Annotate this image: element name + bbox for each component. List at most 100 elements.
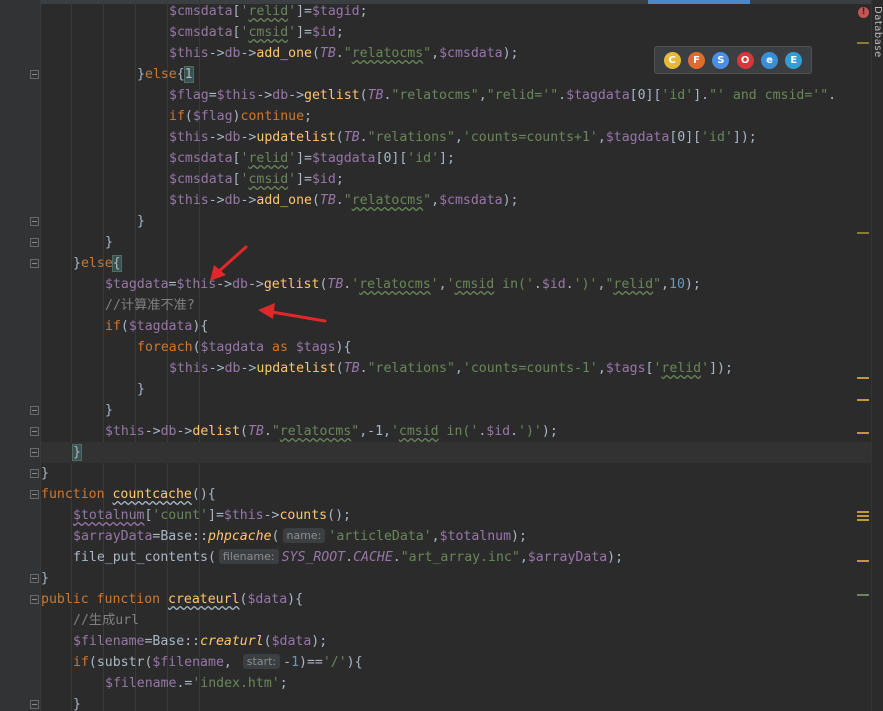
op-token: file_put_contents( xyxy=(73,550,216,565)
fold-icon[interactable] xyxy=(30,217,39,226)
var-token: $arrayData xyxy=(73,529,153,544)
editor-scrollbar[interactable] xyxy=(871,0,883,711)
const-token: TB xyxy=(319,46,336,61)
str-token: " xyxy=(423,46,432,61)
op-token: ; xyxy=(359,4,368,19)
op-token: ) xyxy=(232,109,241,124)
op-token: ]; xyxy=(439,151,455,166)
spellcheck-token: relid xyxy=(248,4,289,19)
fold-icon[interactable] xyxy=(30,448,39,457)
op-token: , xyxy=(597,130,606,145)
op-token: ){ xyxy=(287,592,304,607)
str-token: ')' xyxy=(573,277,598,292)
current-code-line[interactable]: } xyxy=(41,442,871,463)
kw-token: function xyxy=(41,487,113,502)
op-token: ( xyxy=(335,361,344,376)
chrome-icon[interactable]: C xyxy=(663,51,681,69)
str-token: " xyxy=(343,193,352,208)
warning-stripe[interactable] xyxy=(857,399,869,401)
str-token: ' xyxy=(701,361,710,376)
edge-icon[interactable]: E xyxy=(785,51,803,69)
fold-icon[interactable] xyxy=(30,700,39,709)
var-token: $filename xyxy=(105,676,177,691)
op-token: (substr( xyxy=(88,655,153,670)
line-gutter[interactable] xyxy=(0,0,41,711)
matched-brace: { xyxy=(111,255,122,272)
safari-icon[interactable]: S xyxy=(712,51,730,69)
str-token: in(' xyxy=(438,424,479,439)
warning-stripe[interactable] xyxy=(857,515,869,517)
fold-icon[interactable] xyxy=(30,595,39,604)
fold-icon[interactable] xyxy=(30,574,39,583)
static-token: creaturl xyxy=(200,634,264,649)
op-token: = xyxy=(208,88,217,103)
warning-stripe[interactable] xyxy=(857,511,869,513)
kw-token: if xyxy=(73,655,89,670)
str-token: 'index.htm' xyxy=(192,676,280,691)
str-token: 'count' xyxy=(152,508,208,523)
fold-icon[interactable] xyxy=(30,490,39,499)
var-token: db xyxy=(272,88,289,103)
spellcheck-token: relid xyxy=(661,361,702,376)
fn-token: add_one xyxy=(256,193,312,208)
op-token: ; xyxy=(335,25,344,40)
fold-icon[interactable] xyxy=(30,259,39,268)
op-token: . xyxy=(533,277,542,292)
op-token: } xyxy=(41,466,49,481)
var-token: $tagdata xyxy=(200,340,265,355)
opera-icon[interactable]: O xyxy=(736,51,754,69)
var-token: $this xyxy=(169,130,209,145)
firefox-icon[interactable]: F xyxy=(687,51,705,69)
error-icon[interactable]: ! xyxy=(858,7,869,18)
warning-stripe[interactable] xyxy=(857,377,869,379)
str-token: ' xyxy=(288,151,297,166)
num-token: 10 xyxy=(669,277,685,292)
kw-token: public function xyxy=(41,592,169,607)
fold-icon[interactable] xyxy=(30,469,39,478)
str-token: ' xyxy=(288,172,297,187)
spellcheck-token: relatocms xyxy=(351,46,424,61)
warning-stripe[interactable] xyxy=(857,594,869,596)
fold-icon[interactable] xyxy=(30,70,39,79)
str-token: 'id' xyxy=(661,88,694,103)
op-token: ( xyxy=(271,529,280,544)
warning-stripe[interactable] xyxy=(857,232,869,234)
op-token: [0][ xyxy=(669,130,702,145)
fold-icon[interactable] xyxy=(30,406,39,415)
op-token: ); xyxy=(502,46,519,61)
kw-token: continue xyxy=(240,109,305,124)
op-token: ( xyxy=(311,46,320,61)
fold-icon[interactable] xyxy=(30,238,39,247)
str-token: 'articleData' xyxy=(328,529,432,544)
var-token: $id xyxy=(541,277,566,292)
var-token: $this xyxy=(216,88,257,103)
ie-icon[interactable]: e xyxy=(760,51,778,69)
op-token: } xyxy=(41,571,49,586)
op-token: ; xyxy=(335,172,344,187)
var-token: $data xyxy=(247,592,288,607)
str-token: ' xyxy=(390,424,399,439)
function-name: countcache xyxy=(112,487,192,502)
fold-icon[interactable] xyxy=(30,427,39,436)
database-tool-window-label[interactable]: Database xyxy=(872,6,883,58)
warning-stripe[interactable] xyxy=(857,560,869,562)
warning-stripe[interactable] xyxy=(857,432,869,434)
code-editor[interactable]: $cmsdata['relid']=$tagid; $cmsdata['cmsid… xyxy=(41,0,871,711)
warning-stripe[interactable] xyxy=(857,42,869,44)
op-token: ]= xyxy=(296,151,312,166)
str-token: 'id' xyxy=(701,130,733,145)
var-token: $tags xyxy=(605,361,646,376)
warning-stripe[interactable] xyxy=(857,519,869,521)
str-token: " xyxy=(423,193,432,208)
op-token: } xyxy=(105,403,113,418)
var-token: $tagdata xyxy=(311,151,376,166)
str-token: "relid='" xyxy=(486,88,559,103)
op-token: . xyxy=(263,424,272,439)
cls-token: Base xyxy=(152,634,185,649)
com-token: //计算准不准? xyxy=(105,298,195,313)
op-token: } xyxy=(73,697,81,711)
op-token: [0][ xyxy=(375,151,408,166)
const-token: TB xyxy=(343,361,360,376)
var-token: $arrayData xyxy=(527,550,608,565)
str-token: " xyxy=(653,277,662,292)
